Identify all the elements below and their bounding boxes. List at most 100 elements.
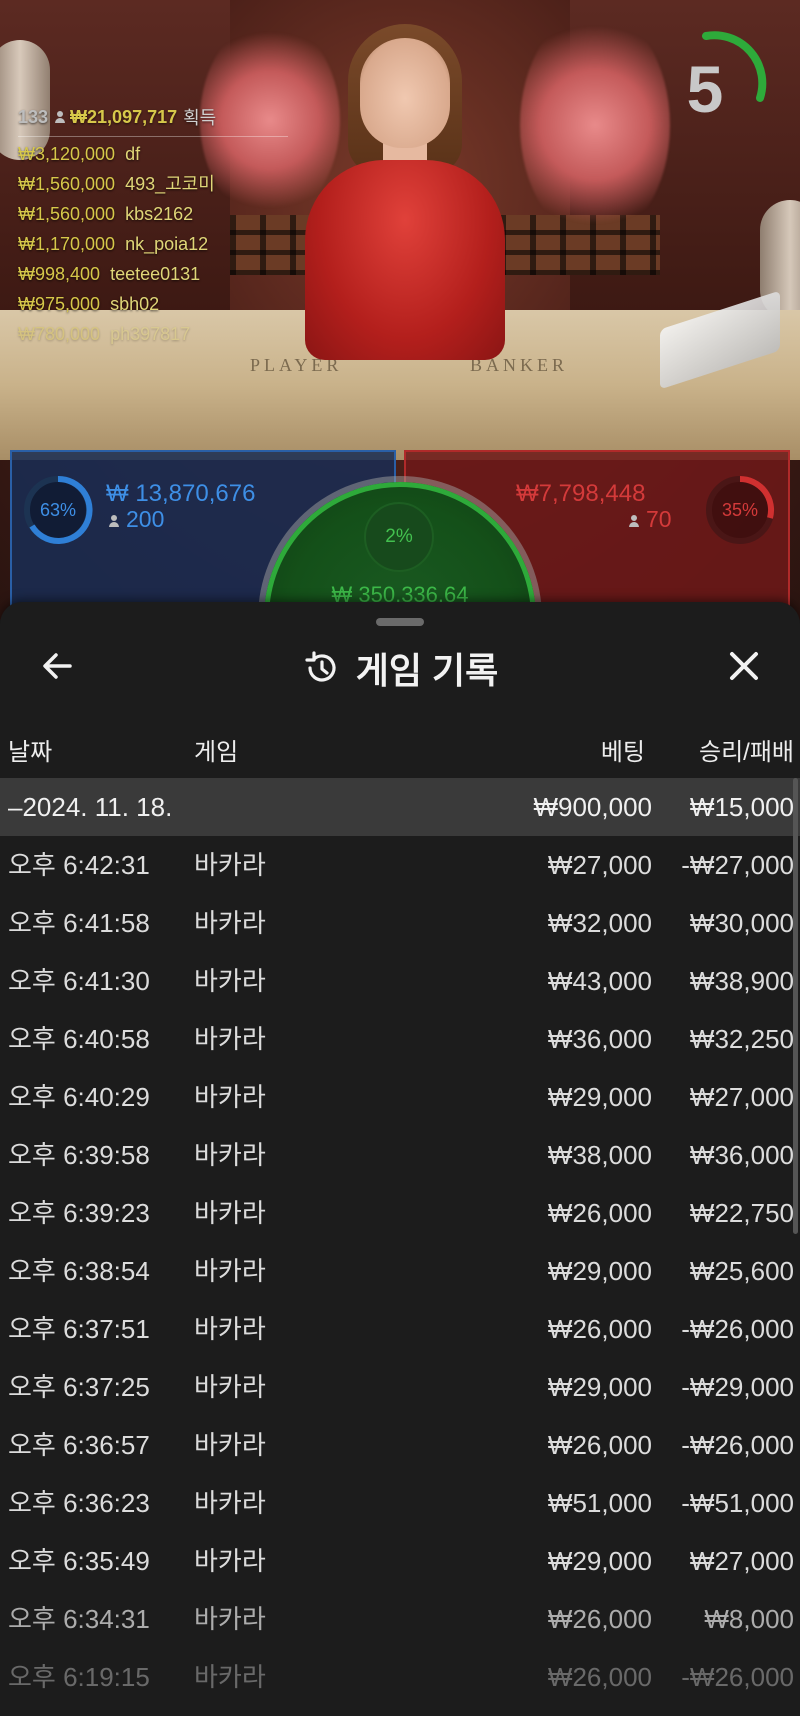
table-row[interactable]: 오후 6:36:23 바카라 ₩51,000 -₩51,000 [0, 1474, 800, 1532]
winner-row: ₩1,560,000 493_고코미 [18, 169, 288, 199]
winner-amount: ₩1,560,000 [18, 204, 116, 224]
row-game: 바카라 [194, 908, 266, 938]
row-result: -₩29,000 [681, 1372, 794, 1402]
row-result: ₩38,900 [689, 966, 794, 996]
row-bet: ₩38,000 [547, 1140, 652, 1170]
winner-name: kbs2162 [125, 204, 194, 224]
row-result: ₩30,000 [689, 908, 794, 938]
winner-row: ₩998,400 teetee0131 [18, 259, 288, 289]
row-time: 오후 6:35:49 [8, 1546, 150, 1576]
row-time: 오후 6:34:31 [8, 1604, 150, 1634]
winner-name: df [125, 144, 141, 164]
column-date: 날짜 [8, 739, 53, 766]
row-game: 바카라 [194, 1198, 266, 1228]
winner-name: sbh02 [110, 294, 160, 314]
sheet-header: 게임 기록 [0, 642, 800, 694]
row-time: 오후 6:37:25 [8, 1372, 150, 1402]
date-group-bet: ₩900,000 [533, 792, 652, 822]
row-game: 바카라 [194, 1662, 266, 1692]
row-game: 바카라 [194, 1430, 266, 1460]
close-button[interactable] [724, 646, 764, 686]
player-bet-amount: ₩ 13,870,676 [106, 480, 256, 507]
row-result: -₩26,000 [681, 1430, 794, 1460]
table-row[interactable]: 오후 6:40:29 바카라 ₩29,000 ₩27,000 [0, 1068, 800, 1126]
winners-summary: 133 ₩21,097,717 획득 [18, 104, 288, 137]
winner-name: ph397817 [110, 324, 191, 344]
table-row[interactable]: 오후 6:40:58 바카라 ₩36,000 ₩32,250 [0, 1010, 800, 1068]
banker-percent: 35% [721, 500, 759, 520]
table-row[interactable]: 오후 6:34:31 바카라 ₩26,000 ₩8,000 [0, 1590, 800, 1648]
table-row[interactable]: 오후 6:19:15 바카라 ₩26,000 -₩26,000 [0, 1648, 800, 1706]
table-row[interactable]: 오후 6:35:49 바카라 ₩29,000 ₩27,000 [0, 1532, 800, 1590]
row-result: -₩26,000 [681, 1662, 794, 1692]
row-bet: ₩43,000 [547, 966, 652, 996]
winner-row: ₩1,560,000 kbs2162 [18, 199, 288, 229]
row-game: 바카라 [194, 1372, 266, 1402]
dealer-body [305, 160, 505, 360]
table-row[interactable]: 오후 6:42:31 바카라 ₩27,000 -₩27,000 [0, 836, 800, 894]
winner-row: ₩780,000 ph397817 [18, 319, 288, 349]
table-row[interactable]: 오후 6:37:25 바카라 ₩29,000 -₩29,000 [0, 1358, 800, 1416]
row-bet: ₩26,000 [547, 1662, 652, 1692]
row-time: 오후 6:39:58 [8, 1140, 150, 1170]
winner-row: ₩1,170,000 nk_poia12 [18, 229, 288, 259]
row-result: -₩26,000 [681, 1314, 794, 1344]
banker-bet-amount: ₩7,798,448 [516, 480, 646, 507]
row-bet: ₩26,000 [547, 1430, 652, 1460]
row-result: ₩22,750 [689, 1198, 794, 1228]
row-time: 오후 6:38:54 [8, 1256, 150, 1286]
winner-entries: ₩3,120,000 df ₩1,560,000 493_고코미 ₩1,560,00… [18, 139, 288, 349]
drag-handle[interactable] [376, 618, 424, 626]
winner-row: ₩975,000 sbh02 [18, 289, 288, 319]
table-row[interactable]: 오후 6:41:30 바카라 ₩43,000 ₩38,900 [0, 952, 800, 1010]
table-row[interactable]: 오후 6:36:57 바카라 ₩26,000 -₩26,000 [0, 1416, 800, 1474]
row-game: 바카라 [194, 1546, 266, 1576]
history-icon [305, 651, 336, 682]
row-game: 바카라 [194, 1256, 266, 1286]
winner-name: 493_고코미 [125, 174, 215, 194]
row-result: ₩8,000 [704, 1604, 794, 1634]
row-game: 바카라 [194, 1082, 266, 1112]
row-time: 오후 6:40:29 [8, 1082, 150, 1112]
date-group-row[interactable]: –2024. 11. 18. ₩900,000 ₩15,000 [0, 778, 800, 836]
winner-amount: ₩1,170,000 [18, 234, 116, 254]
row-bet: ₩27,000 [547, 850, 652, 880]
row-time: 오후 6:40:58 [8, 1024, 150, 1054]
row-bet: ₩36,000 [547, 1024, 652, 1054]
row-time: 오후 6:42:31 [8, 850, 150, 880]
row-time: 오후 6:19:15 [8, 1662, 150, 1692]
row-result: -₩51,000 [681, 1488, 794, 1518]
row-time: 오후 6:39:23 [8, 1198, 150, 1228]
row-game: 바카라 [194, 1314, 266, 1344]
row-bet: ₩29,000 [547, 1256, 652, 1286]
dealer-face [360, 38, 450, 148]
row-game: 바카라 [194, 1024, 266, 1054]
column-result: 승리/패배 [699, 739, 794, 766]
game-history-sheet: 게임 기록 날짜 게임 베팅 승리/패배 –2024. 11. 18. ₩900… [0, 602, 800, 1716]
person-icon [108, 515, 120, 527]
player-percent: 63% [39, 500, 77, 520]
sheet-title: 게임 기록 [355, 650, 499, 691]
table-row[interactable]: 오후 6:39:58 바카라 ₩38,000 ₩36,000 [0, 1126, 800, 1184]
banker-count-value: 70 [646, 506, 672, 532]
winner-amount: ₩780,000 [18, 324, 101, 344]
row-time: 오후 6:41:58 [8, 908, 150, 938]
banker-count: 70 [628, 506, 672, 533]
table-row[interactable]: 오후 6:37:51 바카라 ₩26,000 -₩26,000 [0, 1300, 800, 1358]
countdown-number: 5 [686, 52, 724, 126]
table-row[interactable]: 오후 6:38:54 바카라 ₩29,000 ₩25,600 [0, 1242, 800, 1300]
row-result: ₩27,000 [689, 1546, 794, 1576]
winner-amount: ₩3,120,000 [18, 144, 116, 164]
row-result: ₩36,000 [689, 1140, 794, 1170]
scrollbar[interactable] [793, 778, 798, 1234]
row-game: 바카라 [194, 850, 266, 880]
row-bet: ₩29,000 [547, 1082, 652, 1112]
row-bet: ₩32,000 [547, 908, 652, 938]
row-time: 오후 6:36:57 [8, 1430, 150, 1460]
row-bet: ₩26,000 [547, 1198, 652, 1228]
row-bet: ₩29,000 [547, 1546, 652, 1576]
column-game: 게임 [194, 739, 239, 766]
row-game: 바카라 [194, 1140, 266, 1170]
table-row[interactable]: 오후 6:41:58 바카라 ₩32,000 ₩30,000 [0, 894, 800, 952]
table-row[interactable]: 오후 6:39:23 바카라 ₩26,000 ₩22,750 [0, 1184, 800, 1242]
